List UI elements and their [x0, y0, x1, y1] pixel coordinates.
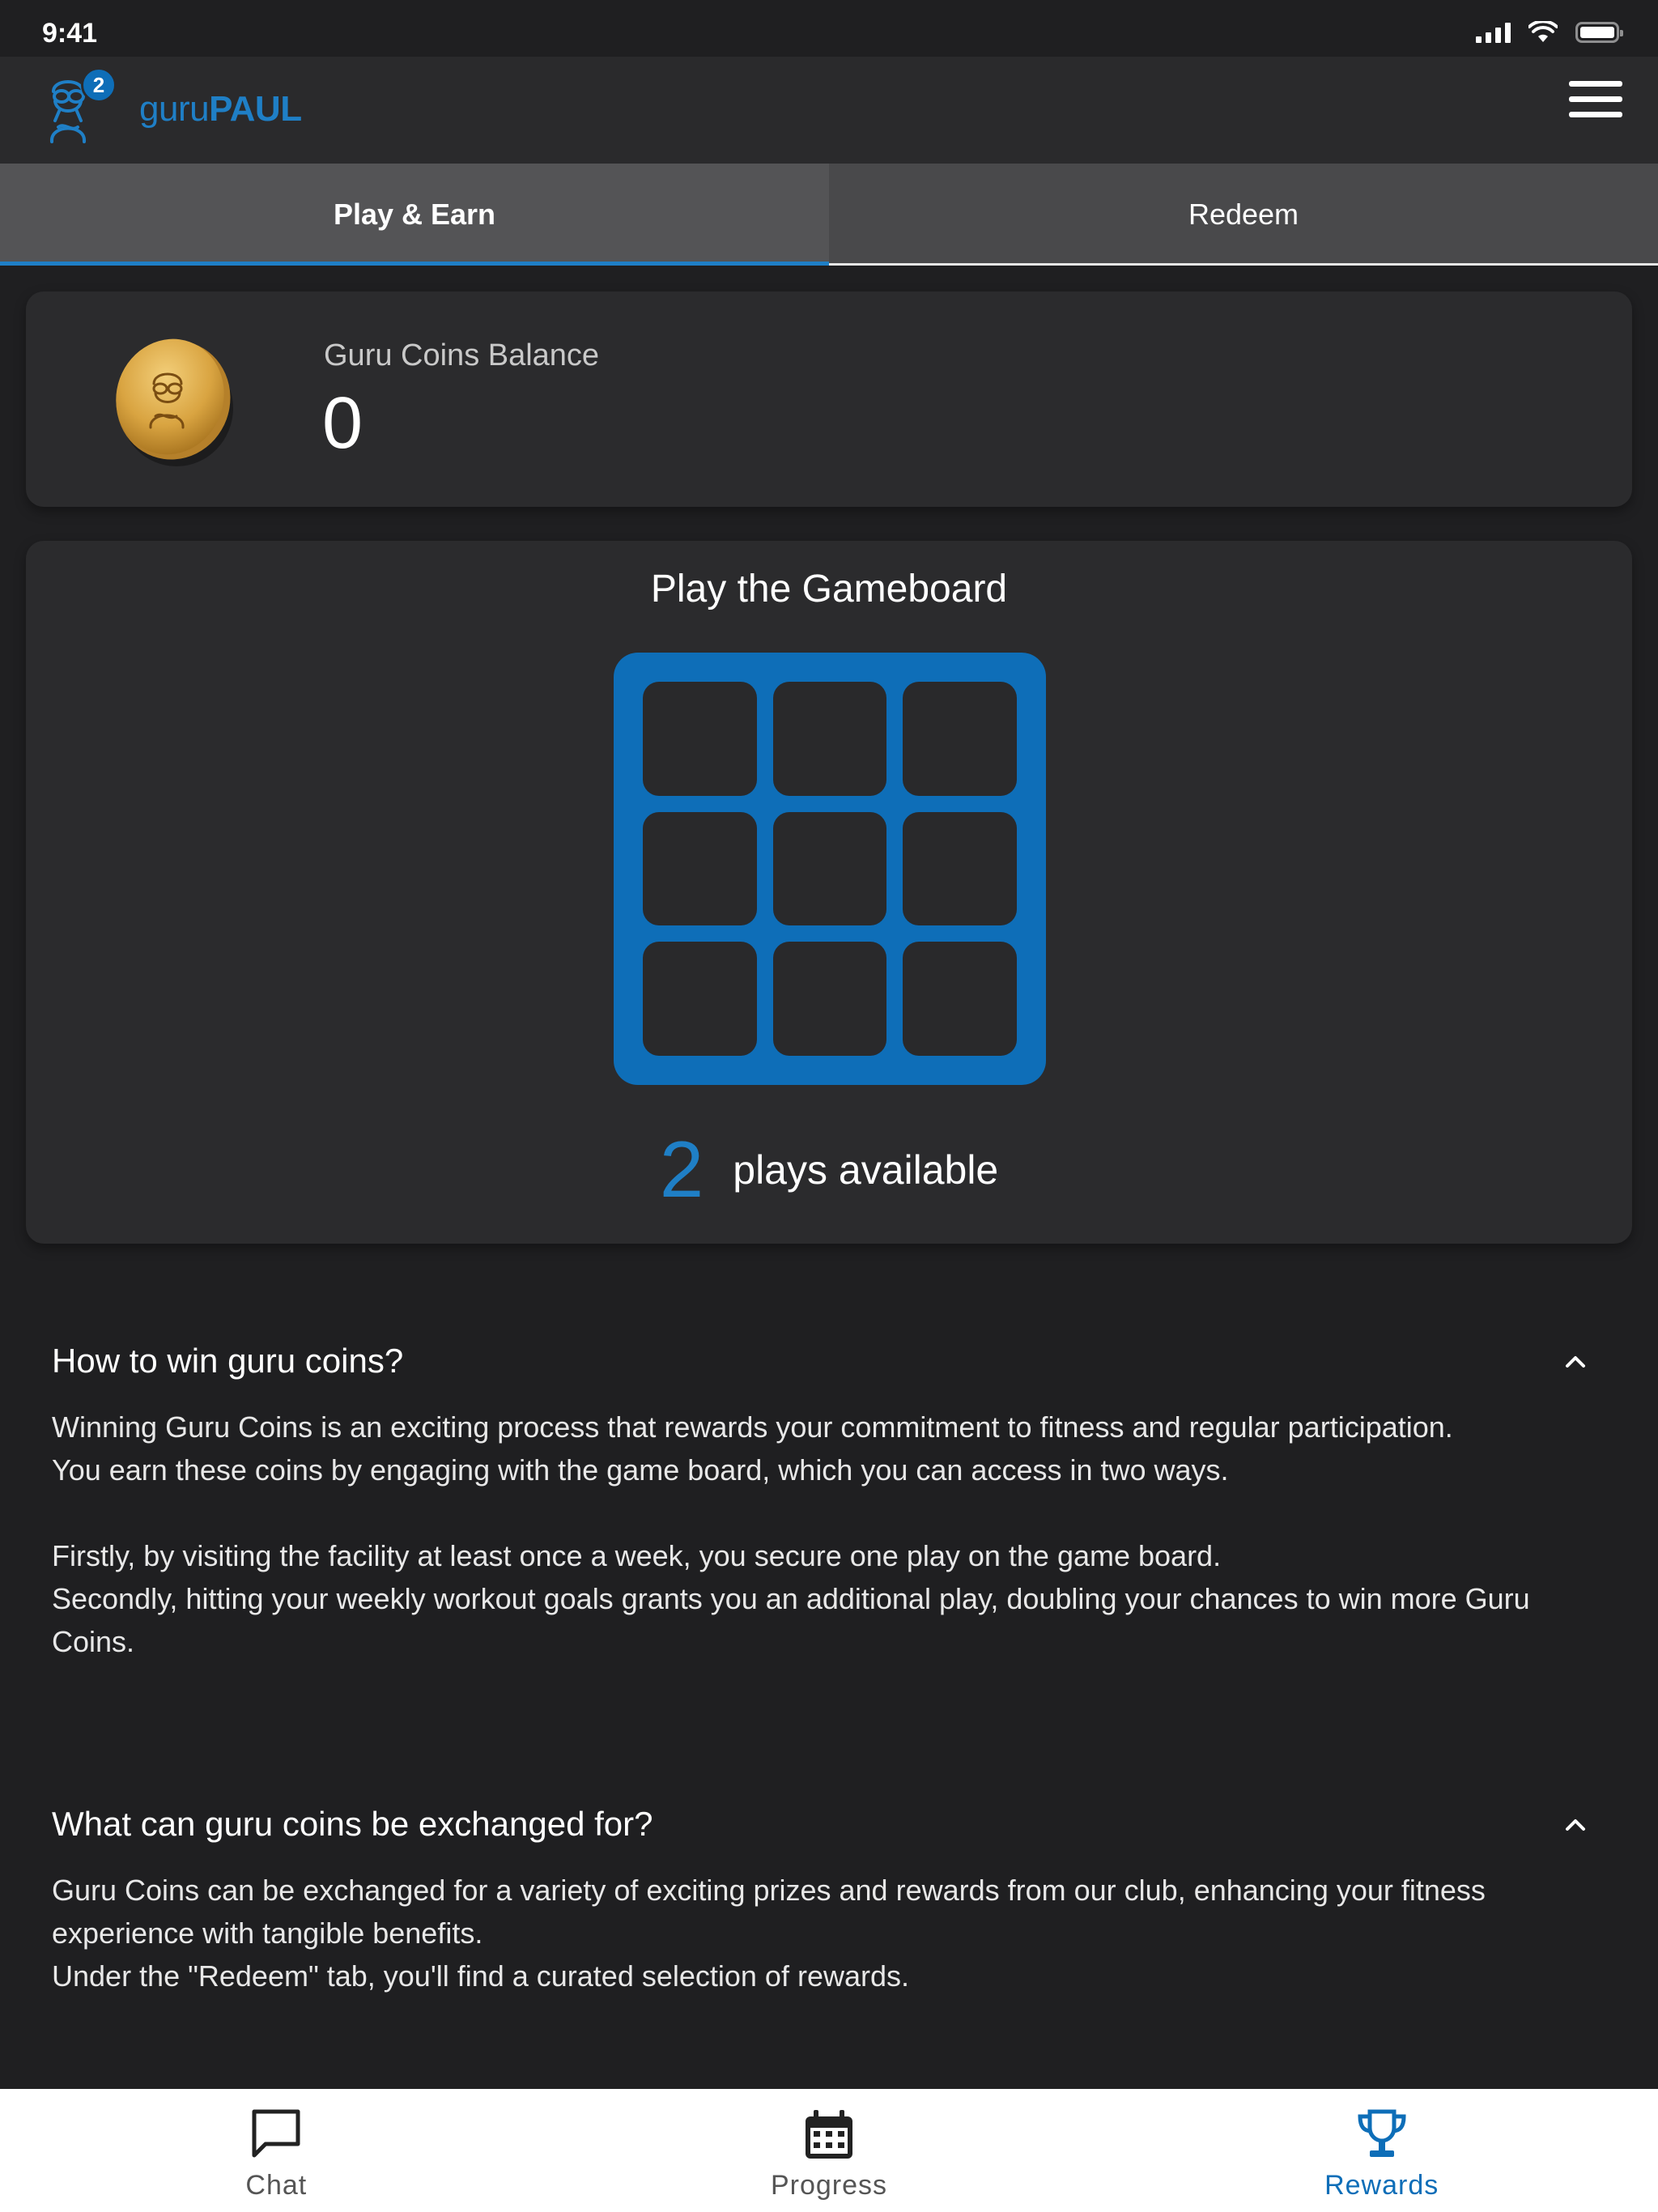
gurupaul-logo[interactable]: 2 guruPAUL [42, 60, 302, 149]
faq-exchange: What can guru coins be exchanged for? Gu… [52, 1791, 1606, 1997]
faq-how-to-win: How to win guru coins? Winning Guru Coin… [52, 1328, 1606, 1663]
gameboard-title: Play the Gameboard [650, 568, 1008, 610]
nav-rewards[interactable]: Rewards [1105, 2089, 1658, 2212]
balance-card: Guru Coins Balance 0 [26, 291, 1632, 507]
faq-header[interactable]: How to win guru coins? [52, 1328, 1606, 1394]
nav-chat[interactable]: Chat [0, 2089, 553, 2212]
gameboard-cell [772, 942, 887, 1056]
balance-value: 0 [322, 383, 363, 464]
faq-answer-line: Secondly, hitting your weekly workout go… [52, 1582, 1530, 1658]
gameboard-cell [643, 942, 757, 1056]
hamburger-menu-icon[interactable] [1569, 81, 1624, 130]
guru-avatar-icon: 2 [42, 64, 117, 145]
balance-label: Guru Coins Balance [324, 338, 600, 372]
trophy-icon [1358, 2109, 1406, 2157]
gameboard-card: Play the Gameboard 2 plays available [26, 541, 1632, 1244]
gameboard-cell [772, 682, 887, 796]
logo-text: guruPAUL [139, 89, 302, 129]
nav-rewards-label: Rewards [1324, 2170, 1439, 2201]
chat-bubble-icon [252, 2109, 300, 2158]
nav-progress[interactable]: Progress [553, 2089, 1106, 2212]
status-icons [1476, 21, 1623, 44]
gameboard-grid[interactable] [614, 653, 1046, 1085]
wifi-icon [1528, 21, 1558, 42]
faq-title: How to win guru coins? [52, 1342, 404, 1380]
tab-bar: Play & Earn Redeem [0, 164, 1658, 266]
plays-label: plays available [733, 1146, 999, 1193]
faq-title: What can guru coins be exchanged for? [52, 1805, 653, 1843]
gameboard-cell [903, 682, 1017, 796]
chevron-up-icon [1566, 1819, 1585, 1831]
gameboard-cell [903, 942, 1017, 1056]
battery-icon [1575, 22, 1623, 43]
app-header: 2 guruPAUL [0, 57, 1658, 164]
faq-answer-line: Under the "Redeem" tab, you'll find a cu… [52, 1959, 909, 1993]
chevron-up-icon [1566, 1356, 1585, 1368]
tab-redeem[interactable]: Redeem [829, 164, 1658, 266]
gameboard-cell [772, 811, 887, 926]
nav-progress-label: Progress [770, 2170, 888, 2201]
notification-badge: 2 [81, 67, 117, 103]
faq-answer: Guru Coins can be exchanged for a variet… [52, 1869, 1606, 1997]
faq-header[interactable]: What can guru coins be exchanged for? [52, 1791, 1606, 1857]
calendar-icon [806, 2110, 852, 2159]
plays-count: 2 [659, 1125, 704, 1214]
faq-answer-line: You earn these coins by engaging with th… [52, 1453, 1229, 1487]
plays-available: 2 plays available [26, 1124, 1632, 1215]
nav-chat-label: Chat [245, 2170, 308, 2201]
guru-coin-icon [116, 338, 233, 466]
faq-answer-line: Firstly, by visiting the facility at lea… [52, 1539, 1222, 1572]
gameboard-cell [903, 811, 1017, 926]
status-bar: 9:41 [0, 0, 1658, 65]
cellular-signal-icon [1476, 22, 1511, 43]
faq-answer-line: Guru Coins can be exchanged for a variet… [52, 1874, 1486, 1950]
status-time: 9:41 [42, 18, 98, 49]
faq-answer: Winning Guru Coins is an exciting proces… [52, 1406, 1606, 1663]
gameboard-cell [643, 682, 757, 796]
tab-play-earn[interactable]: Play & Earn [0, 164, 829, 266]
gameboard-cell [643, 811, 757, 926]
faq-answer-line: Winning Guru Coins is an exciting proces… [52, 1410, 1453, 1444]
bottom-nav: Chat Progress Rewards [0, 2089, 1658, 2212]
